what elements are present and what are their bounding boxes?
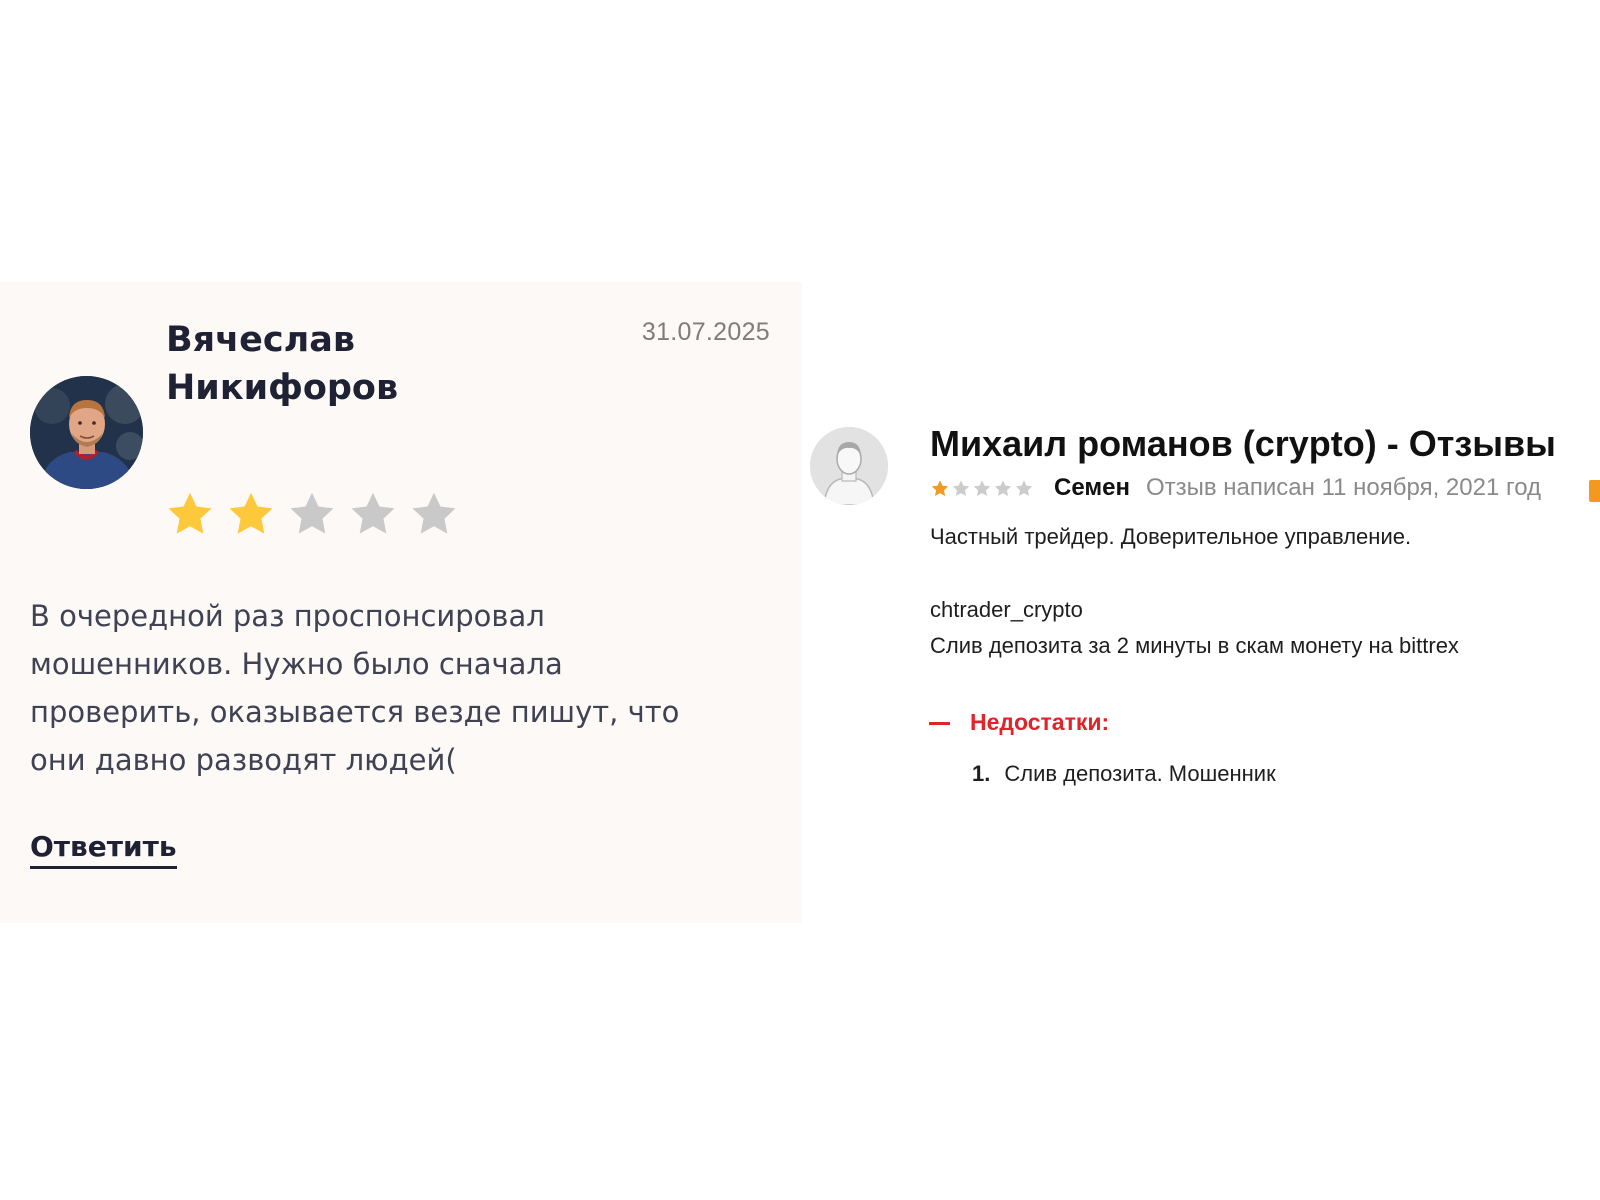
star-icon [168, 492, 212, 534]
star-icon [290, 492, 334, 534]
cons-item-number: 1. [972, 761, 991, 786]
reply-link[interactable]: Ответить [30, 830, 177, 869]
review-date: 31.07.2025 [641, 318, 770, 346]
review-text: В очередной раз проспонсировал мошеннико… [30, 599, 680, 777]
user-avatar-photo [30, 376, 143, 489]
review-author-link[interactable]: Семен [1054, 474, 1130, 502]
review-date-text: Отзыв написан 11 ноября, 2021 год [1145, 474, 1542, 501]
review-card-left: Вячеслав Никифоров 31.07.2025 В очередно… [0, 282, 802, 923]
star-icon [229, 492, 273, 534]
review-body-line: Частный трейдер. Доверительное управлени… [930, 524, 1412, 549]
cons-item-text: Слив депозита. Мошенник [1004, 761, 1276, 786]
star-icon [412, 492, 456, 534]
star-icon [994, 479, 1012, 496]
review-author-name: Вячеслав Никифоров [166, 316, 546, 412]
default-avatar-icon [810, 427, 888, 505]
author-last-name: Никифоров [166, 368, 399, 408]
review-page-title: Михаил романов (crypto) - Отзывы [930, 423, 1556, 464]
review-body-line: chtrader_crypto [930, 597, 1083, 622]
cons-heading: Недостатки: [970, 709, 1110, 735]
review-body-line: Слив депозита за 2 минуты в скам монету … [930, 633, 1459, 658]
star-icon [1015, 479, 1033, 496]
star-icon [952, 479, 970, 496]
star-icon [973, 479, 991, 496]
orange-badge [1589, 480, 1600, 502]
rating-stars [164, 489, 460, 539]
star-icon [931, 479, 949, 496]
author-first-name: Вячеслав [166, 320, 356, 360]
star-icon [351, 492, 395, 534]
rating-stars-small [930, 479, 1034, 498]
review-meta: Семен Отзыв написан 11 ноября, 2021 год [930, 474, 1541, 502]
minus-icon [929, 722, 950, 725]
cons-list-item: 1. Слив депозита. Мошенник [972, 761, 1276, 787]
